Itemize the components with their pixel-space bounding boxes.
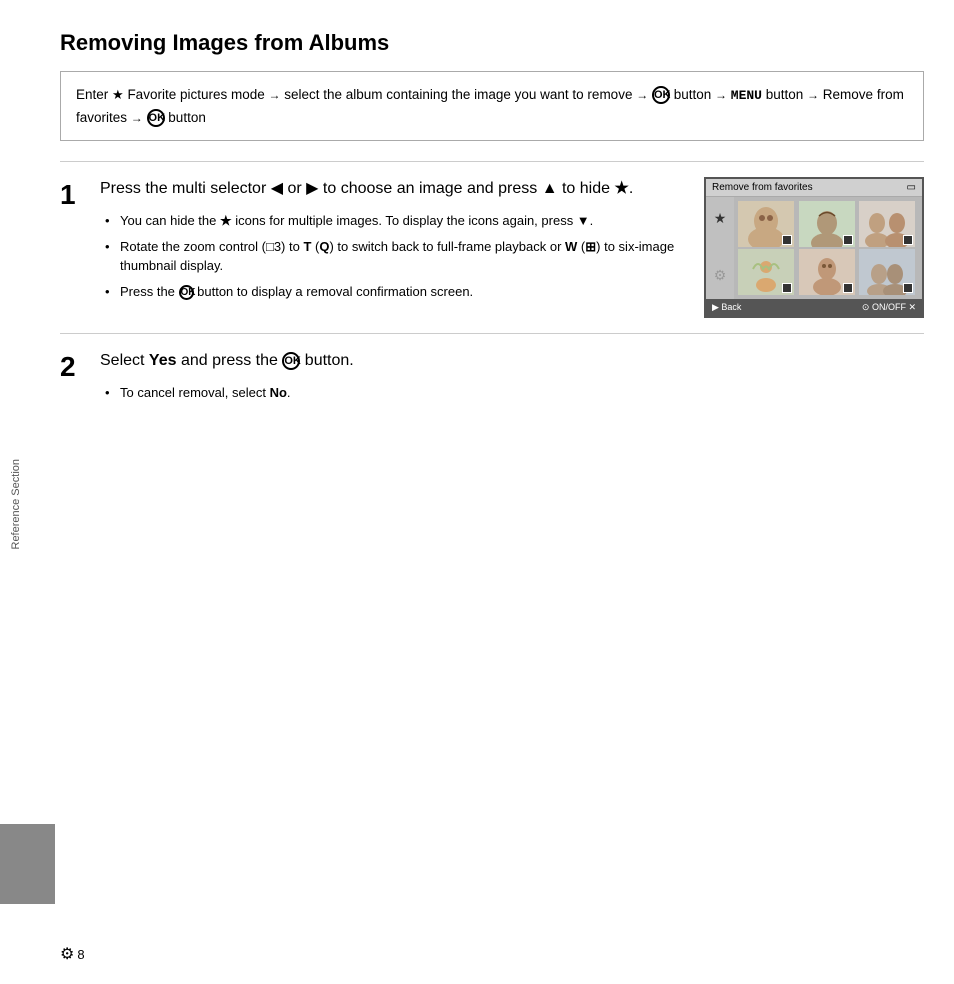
sidebar-label: Reference Section <box>10 459 22 550</box>
thumb-1 <box>738 201 794 247</box>
thumb-2-badge <box>843 235 853 245</box>
camera-screen-title: Remove from favorites <box>712 182 813 193</box>
camera-icon-sidebar: ★ ⚙ <box>706 197 734 299</box>
step1-bullet2: Rotate the zoom control (□3) to T (Q) to… <box>105 237 684 276</box>
settings-icon: ⚙ <box>714 267 727 284</box>
step1-content: Press the multi selector ◀ or ▶ to choos… <box>100 177 704 318</box>
step2-number: 2 <box>60 349 100 383</box>
step2-section: 2 Select Yes and press the OK button. To… <box>60 333 924 424</box>
gray-tab <box>0 824 55 904</box>
main-content: Removing Images from Albums Enter ★ Favo… <box>60 30 924 424</box>
footer-icon: ⚙ <box>60 944 74 964</box>
step1-bullet1: You can hide the ★ icons for multiple im… <box>105 211 684 231</box>
footer-page-number: 8 <box>77 947 84 962</box>
page-title: Removing Images from Albums <box>60 30 924 56</box>
step1-number: 1 <box>60 177 100 318</box>
camera-footer: ▶ Back ⊙ ON/OFF ✕ <box>706 299 922 316</box>
thumb-5 <box>799 249 855 295</box>
step1-bullets: You can hide the ★ icons for multiple im… <box>100 211 684 301</box>
camera-footer-onoff: ⊙ ON/OFF ✕ <box>862 302 916 313</box>
thumb-3 <box>859 201 915 247</box>
thumb-6 <box>859 249 915 295</box>
thumb-6-badge <box>903 283 913 293</box>
step2-bullets: To cancel removal, select No. <box>100 383 904 403</box>
thumb-3-badge <box>903 235 913 245</box>
step1-title: Press the multi selector ◀ or ▶ to choos… <box>100 177 684 201</box>
page-footer: ⚙ 8 <box>60 944 85 964</box>
step2-inner: 2 Select Yes and press the OK button. To… <box>60 349 924 409</box>
instruction-text: Enter ★ Favorite pictures mode → select … <box>76 87 904 125</box>
step1-section: 1 Press the multi selector ◀ or ▶ to cho… <box>60 161 924 333</box>
camera-footer-back: ▶ Back <box>712 302 741 313</box>
camera-screen-header: Remove from favorites ▭ <box>706 179 922 197</box>
thumb-5-badge <box>843 283 853 293</box>
camera-screen: Remove from favorites ▭ ★ ⚙ <box>704 177 924 318</box>
thumb-2 <box>799 201 855 247</box>
camera-thumbnail-grid <box>734 197 922 299</box>
camera-screen-body: ★ ⚙ <box>706 197 922 299</box>
thumb-1-badge <box>782 235 792 245</box>
step2-title: Select Yes and press the OK button. <box>100 349 904 373</box>
thumb-4-badge <box>782 283 792 293</box>
step1-bullet3: Press the OK button to display a removal… <box>105 282 684 302</box>
star-active-icon: ★ <box>714 210 727 227</box>
instruction-box: Enter ★ Favorite pictures mode → select … <box>60 71 924 141</box>
camera-screen-icon: ▭ <box>907 182 916 193</box>
thumb-4 <box>738 249 794 295</box>
step2-content: Select Yes and press the OK button. To c… <box>100 349 924 409</box>
step2-bullet1: To cancel removal, select No. <box>105 383 904 403</box>
